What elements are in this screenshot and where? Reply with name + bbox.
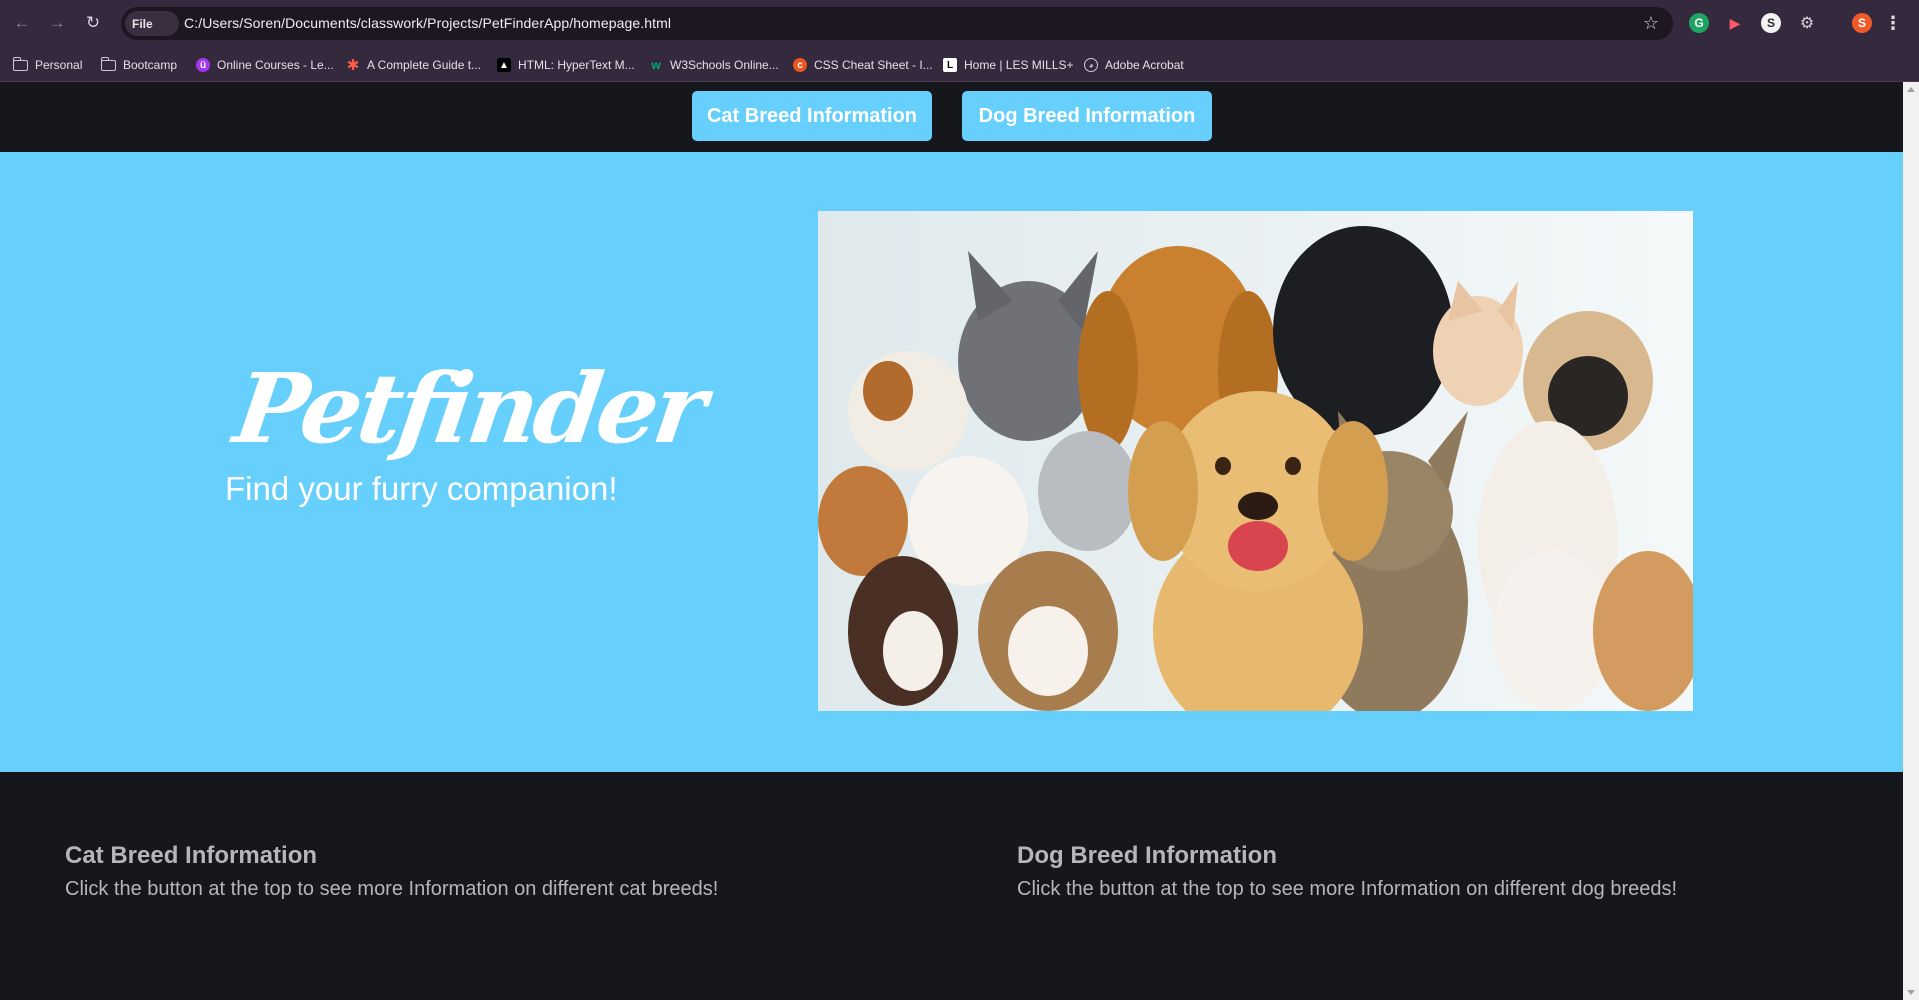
cat-breed-button[interactable]: Cat Breed Information	[692, 91, 932, 141]
cat-info-heading: Cat Breed Information	[65, 842, 318, 869]
dog-info-heading: Dog Breed Information	[1017, 842, 1278, 869]
screen-recorder-icon[interactable]: ▶	[1725, 13, 1745, 33]
globe-icon: ◕	[1084, 58, 1098, 72]
bookmark-css-cheat-sheet[interactable]: c CSS Cheat Sheet - I...	[793, 56, 933, 74]
page-content: Cat Breed Information Dog Breed Informat…	[0, 82, 1903, 1000]
reload-icon[interactable]: ↻	[82, 12, 104, 34]
bookmark-complete-guide[interactable]: ✱ A Complete Guide t...	[346, 56, 481, 74]
bookmark-star-icon[interactable]: ☆	[1643, 13, 1659, 34]
browser-chrome: ← → ↻ i File C:/Users/Soren/Documents/cl…	[0, 0, 1919, 784]
udemy-icon: ü	[196, 58, 210, 72]
bookmark-bootcamp[interactable]: Bootcamp	[101, 56, 177, 74]
site-info-chip[interactable]: i File	[125, 11, 179, 784]
top-navigation: Cat Breed Information Dog Breed Informat…	[0, 82, 1903, 152]
bookmark-label: Online Courses - Le...	[217, 58, 334, 72]
bookmark-label: Home | LES MILLS+	[964, 58, 1074, 72]
extension-s-icon[interactable]: S	[1761, 13, 1781, 33]
folder-icon	[13, 56, 28, 71]
bookmark-les-mills[interactable]: L Home | LES MILLS+	[943, 56, 1074, 74]
puzzle-extensions-icon[interactable]: ⚙	[1797, 13, 1817, 33]
bookmark-online-courses[interactable]: ü Online Courses - Le...	[196, 56, 334, 74]
css-icon: c	[793, 58, 807, 72]
bookmark-w3schools[interactable]: w W3Schools Online...	[649, 56, 779, 74]
bookmark-adobe-acrobat[interactable]: ◕ Adobe Acrobat	[1084, 56, 1184, 74]
pets-illustration	[818, 211, 1693, 711]
dog-info-text: Click the button at the top to see more …	[1017, 878, 1678, 900]
url-text[interactable]: C:/Users/Soren/Documents/classwork/Proje…	[184, 15, 671, 31]
dog-breed-button[interactable]: Dog Breed Information	[962, 91, 1212, 141]
lesmills-icon: L	[943, 58, 957, 72]
bookmark-label: A Complete Guide t...	[367, 58, 482, 72]
bookmark-personal[interactable]: Personal	[13, 56, 82, 74]
browser-toolbar: ← → ↻ i File C:/Users/Soren/Documents/cl…	[0, 0, 1919, 784]
bookmark-label: CSS Cheat Sheet - I...	[814, 58, 933, 72]
petfinder-logo: Petfinder	[228, 352, 710, 465]
site-info-label: File	[132, 16, 153, 31]
pets-group-image	[818, 211, 1693, 711]
hero-section: Petfinder Find your furry companion!	[0, 152, 1903, 772]
w3schools-icon: w	[651, 58, 661, 72]
dog-info-section: Dog Breed Information Click the button a…	[1017, 842, 1677, 901]
menu-kebab-icon[interactable]: ⋮	[1883, 13, 1903, 33]
bookmark-label: W3Schools Online...	[670, 58, 779, 72]
bookmarks-bar: Personal Bootcamp ü Online Courses - Le.…	[0, 47, 1919, 82]
forward-arrow-icon[interactable]: →	[46, 12, 68, 34]
cat-info-section: Cat Breed Information Click the button a…	[65, 842, 718, 901]
asterisk-icon: ✱	[346, 57, 360, 74]
bookmark-label: Bootcamp	[123, 58, 178, 72]
bookmark-label: Adobe Acrobat	[1105, 58, 1184, 72]
bookmark-label: Personal	[35, 58, 83, 72]
cat-info-text: Click the button at the top to see more …	[65, 878, 719, 900]
grammarly-icon[interactable]: G	[1689, 13, 1709, 33]
bookmark-html-mdn[interactable]: ▲ HTML: HyperText M...	[497, 56, 635, 74]
vertical-scrollbar[interactable]	[1903, 82, 1919, 1000]
back-arrow-icon[interactable]: ←	[11, 12, 33, 34]
address-bar[interactable]: i File C:/Users/Soren/Documents/classwor…	[121, 7, 1673, 784]
scroll-down-icon[interactable]	[1907, 990, 1915, 995]
folder-icon	[101, 56, 116, 71]
mdn-icon: ▲	[497, 58, 511, 72]
profile-avatar[interactable]: S	[1852, 13, 1872, 33]
scroll-up-icon[interactable]	[1907, 87, 1915, 92]
hero-tagline: Find your furry companion!	[225, 470, 618, 507]
bookmark-label: HTML: HyperText M...	[518, 58, 635, 72]
